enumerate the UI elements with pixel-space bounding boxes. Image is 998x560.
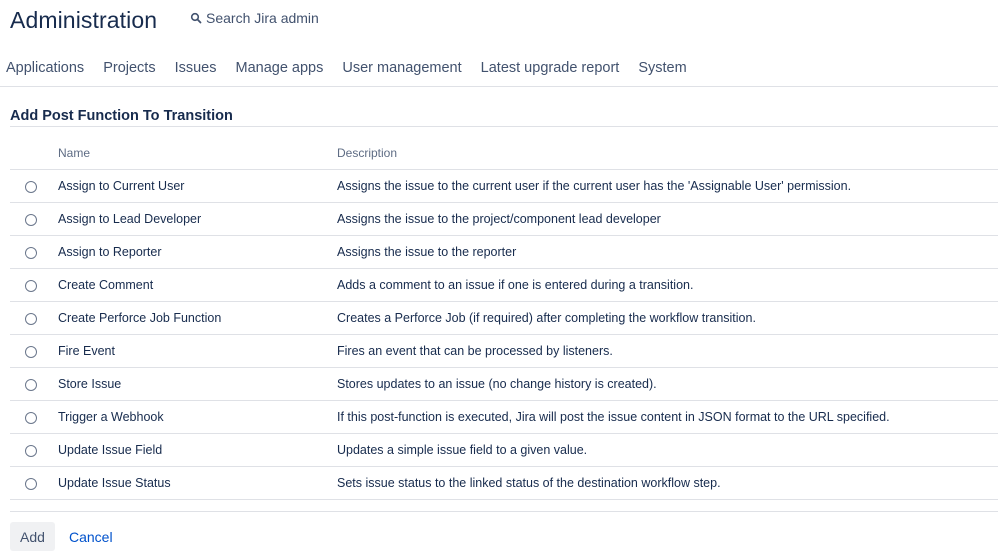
nav-item-latest-upgrade-report[interactable]: Latest upgrade report	[481, 60, 620, 76]
table-row[interactable]: Fire Event Fires an event that can be pr…	[10, 334, 998, 368]
select-radio[interactable]	[25, 213, 37, 226]
nav-item-manage-apps[interactable]: Manage apps	[236, 60, 324, 76]
function-name: Assign to Lead Developer	[58, 202, 337, 236]
nav-item-user-management[interactable]: User management	[342, 60, 461, 76]
function-name: Create Perforce Job Function	[58, 301, 337, 335]
table-header-row: Name Description	[10, 137, 998, 170]
select-radio[interactable]	[25, 477, 37, 490]
search-icon	[190, 12, 202, 24]
description-column-header: Description	[337, 137, 998, 170]
nav-divider	[0, 86, 998, 87]
function-name: Create Comment	[58, 268, 337, 302]
page-title: Administration	[10, 6, 158, 33]
function-description: Updates a simple issue field to a given …	[337, 433, 998, 467]
function-name: Fire Event	[58, 334, 337, 368]
search-admin[interactable]: Search Jira admin	[190, 10, 319, 26]
post-functions-table: Name Description Assign to Current User …	[10, 137, 998, 500]
add-button[interactable]: Add	[10, 522, 55, 551]
name-column-header: Name	[58, 137, 337, 170]
table-row[interactable]: Create Perforce Job Function Creates a P…	[10, 301, 998, 335]
page-header: Administration	[10, 4, 157, 36]
section-divider	[10, 126, 998, 127]
function-name: Store Issue	[58, 367, 337, 401]
table-row[interactable]: Update Issue Field Updates a simple issu…	[10, 433, 998, 467]
function-description: Stores updates to an issue (no change hi…	[337, 367, 998, 401]
nav-item-system[interactable]: System	[638, 60, 686, 76]
select-radio[interactable]	[25, 411, 37, 424]
select-radio[interactable]	[25, 378, 37, 391]
function-description: Creates a Perforce Job (if required) aft…	[337, 301, 998, 335]
function-description: Adds a comment to an issue if one is ent…	[337, 268, 998, 302]
table-row[interactable]: Create Comment Adds a comment to an issu…	[10, 268, 998, 302]
function-description: Assigns the issue to the project/compone…	[337, 202, 998, 236]
select-radio[interactable]	[25, 279, 37, 292]
function-description: Sets issue status to the linked status o…	[337, 466, 998, 500]
table-row[interactable]: Update Issue Status Sets issue status to…	[10, 466, 998, 500]
nav-item-applications[interactable]: Applications	[6, 60, 84, 76]
select-radio[interactable]	[25, 312, 37, 325]
function-name: Trigger a Webhook	[58, 400, 337, 434]
cancel-link[interactable]: Cancel	[69, 529, 113, 545]
table-row[interactable]: Assign to Lead Developer Assigns the iss…	[10, 202, 998, 236]
function-name: Assign to Current User	[58, 169, 337, 203]
function-description: Fires an event that can be processed by …	[337, 334, 998, 368]
nav-item-projects[interactable]: Projects	[103, 60, 155, 76]
table-row[interactable]: Assign to Reporter Assigns the issue to …	[10, 235, 998, 269]
select-radio[interactable]	[25, 444, 37, 457]
table-row[interactable]: Store Issue Stores updates to an issue (…	[10, 367, 998, 401]
select-column-header	[10, 137, 58, 170]
table-row[interactable]: Trigger a Webhook If this post-function …	[10, 400, 998, 434]
function-name: Update Issue Status	[58, 466, 337, 500]
select-radio[interactable]	[25, 180, 37, 193]
search-label: Search Jira admin	[206, 10, 319, 26]
function-description: Assigns the issue to the reporter	[337, 235, 998, 269]
nav-item-issues[interactable]: Issues	[175, 60, 217, 76]
function-name: Update Issue Field	[58, 433, 337, 467]
footer-divider	[10, 511, 998, 512]
function-description: If this post-function is executed, Jira …	[337, 400, 998, 434]
admin-nav: Applications Projects Issues Manage apps…	[6, 60, 706, 76]
function-description: Assigns the issue to the current user if…	[337, 169, 998, 203]
section-title: Add Post Function To Transition	[10, 108, 233, 124]
table-row[interactable]: Assign to Current User Assigns the issue…	[10, 169, 998, 203]
select-radio[interactable]	[25, 246, 37, 259]
select-radio[interactable]	[25, 345, 37, 358]
function-name: Assign to Reporter	[58, 235, 337, 269]
